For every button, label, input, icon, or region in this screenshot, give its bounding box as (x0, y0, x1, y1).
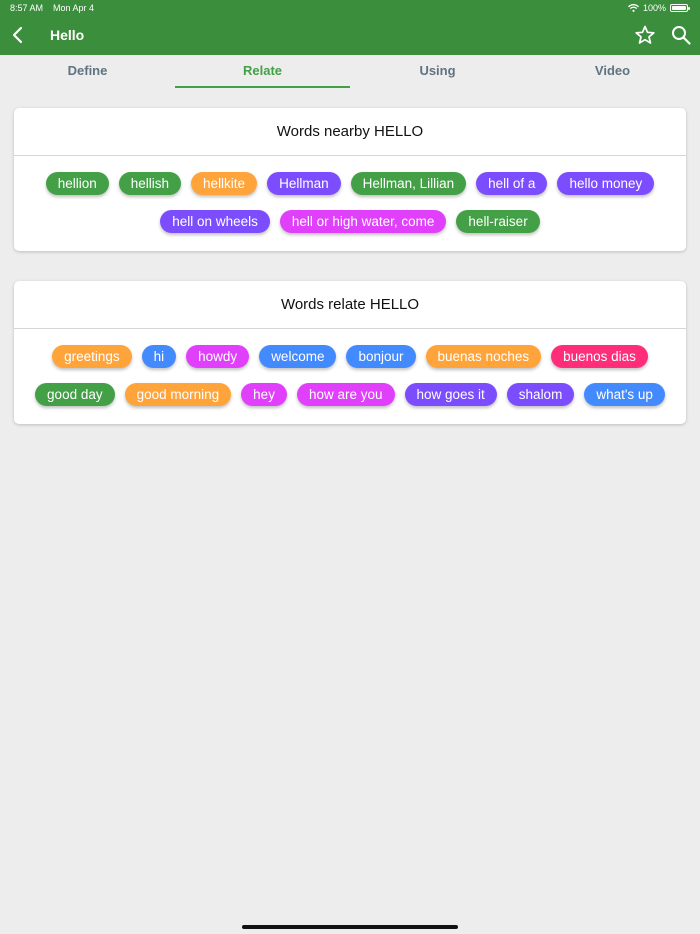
related-word-chip[interactable]: bonjour (346, 345, 416, 368)
home-indicator (242, 925, 458, 929)
page-title: Hello (50, 27, 85, 43)
related-word-chip[interactable]: shalom (506, 383, 575, 406)
nearby-words-title: Words nearby HELLO (14, 108, 686, 156)
battery-percent: 100% (642, 3, 666, 13)
related-word-chip[interactable]: greetings (52, 345, 132, 368)
related-word-chip[interactable]: hi (141, 345, 177, 368)
status-date: Mon Apr 4 (53, 3, 95, 13)
nearby-word-chip[interactable]: hellish (118, 172, 182, 195)
nearby-word-chip[interactable]: Hellman, Lillian (350, 172, 467, 195)
related-word-chip[interactable]: howdy (186, 345, 250, 368)
related-word-chip[interactable]: hey (241, 383, 287, 406)
battery-icon (670, 4, 690, 12)
nearby-words-list: hellion hellish hellkite Hellman Hellman, Li… (14, 156, 686, 251)
related-word-chip[interactable]: buenas noches (425, 345, 542, 368)
app-bar: Hello (0, 16, 700, 55)
related-word-chip[interactable]: how goes it (404, 383, 497, 406)
wifi-icon (628, 4, 639, 12)
related-word-chip[interactable]: what's up (584, 383, 665, 406)
back-chevron-icon[interactable] (8, 24, 30, 46)
app-screen: 8:57 AM Mon Apr 4 100% Hello Define Rela… (0, 0, 700, 934)
star-icon[interactable] (634, 24, 656, 46)
nearby-word-chip[interactable]: hellion (45, 172, 109, 195)
related-word-chip[interactable]: good morning (124, 383, 232, 406)
tab-video[interactable]: Video (525, 55, 700, 89)
nearby-word-chip[interactable]: hell or high water, come (279, 210, 447, 233)
related-words-title: Words relate HELLO (14, 281, 686, 329)
related-word-chip[interactable]: how are you (296, 383, 395, 406)
search-icon[interactable] (670, 24, 692, 46)
nearby-word-chip[interactable]: hell-raiser (456, 210, 540, 233)
nearby-word-chip[interactable]: hellkite (191, 172, 258, 195)
related-word-chip[interactable]: buenos dias (551, 345, 648, 368)
nearby-word-chip[interactable]: hell of a (476, 172, 548, 195)
status-bar: 8:57 AM Mon Apr 4 100% (0, 0, 700, 16)
nearby-word-chip[interactable]: hell on wheels (160, 210, 270, 233)
nearby-words-card: Words nearby HELLO hellion hellish hellkit… (14, 108, 686, 251)
nearby-word-chip[interactable]: hello money (557, 172, 655, 195)
tab-bar: Define Relate Using Video (0, 55, 700, 89)
related-words-card: Words relate HELLO greetings hi howdy welco… (14, 281, 686, 424)
related-word-chip[interactable]: good day (35, 383, 115, 406)
nearby-word-chip[interactable]: Hellman (267, 172, 341, 195)
tab-define[interactable]: Define (0, 55, 175, 89)
status-time: 8:57 AM (10, 3, 44, 13)
related-word-chip[interactable]: welcome (259, 345, 337, 368)
tab-relate[interactable]: Relate (175, 55, 350, 89)
battery-level (672, 6, 686, 10)
tab-using[interactable]: Using (350, 55, 525, 89)
related-words-list: greetings hi howdy welcome bonjour buenas noc… (14, 329, 686, 424)
